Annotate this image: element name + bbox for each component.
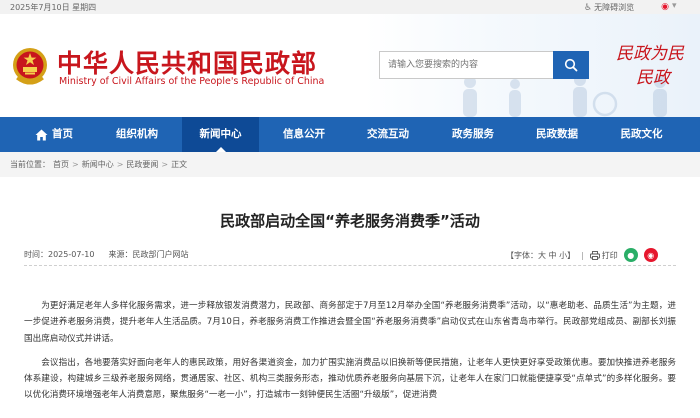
- slogan-calligraphy: 民政为民 民政: [616, 42, 684, 90]
- nav-item-label: 政务服务: [452, 128, 494, 140]
- nav-item-gov-services[interactable]: 政务服务: [435, 117, 511, 152]
- breadcrumb-separator: >: [116, 160, 124, 169]
- print-icon: [589, 250, 600, 260]
- weibo-icon[interactable]: ◉: [658, 1, 672, 13]
- article-meta: 时间：2025-07-10 来源：民政部门户网站: [24, 249, 189, 260]
- nav-item-data[interactable]: 民政数据: [519, 117, 595, 152]
- nav-item-label: 民政数据: [536, 128, 578, 140]
- nav-item-culture[interactable]: 民政文化: [603, 117, 680, 152]
- breadcrumb-item-headlines[interactable]: 民政要闻: [126, 159, 158, 170]
- search-input[interactable]: [379, 51, 553, 79]
- slogan-line-1: 民政为民: [616, 44, 684, 64]
- breadcrumb-item-home[interactable]: 首页: [53, 159, 69, 170]
- accessibility-icon: ♿: [584, 2, 593, 13]
- weibo-share-icon[interactable]: ◉: [643, 248, 658, 262]
- nav-item-label: 民政文化: [620, 128, 663, 140]
- national-emblem-icon: [13, 48, 47, 85]
- breadcrumb-item-current: 正文: [171, 160, 188, 169]
- article-container: 民政部启动全国“养老服务消费季”活动 时间：2025-07-10 来源：民政部门…: [10, 177, 690, 418]
- nav-item-home[interactable]: 首页: [17, 117, 91, 152]
- nav-item-info-disclosure[interactable]: 信息公开: [266, 117, 342, 152]
- breadcrumb: 当前位置： 首页 > 新闻中心 > 民政要闻 > 正文: [0, 152, 700, 177]
- search-icon: [564, 58, 578, 72]
- article-title: 民政部启动全国“养老服务消费季”活动: [220, 212, 480, 230]
- site-title-en: Ministry of Civil Affairs of the People'…: [59, 76, 325, 87]
- nav-item-interaction[interactable]: 交流互动: [350, 117, 426, 152]
- nav-item-label: 信息公开: [283, 128, 325, 140]
- article-tools: 【字体：大 中 小】 | 打印 ● ◉: [506, 248, 658, 262]
- current-date: 2025年7月10日 星期四: [10, 3, 97, 12]
- breadcrumb-separator: >: [161, 160, 169, 169]
- breadcrumb-prefix: 当前位置：: [10, 160, 50, 169]
- accessibility-link[interactable]: ♿ 无障碍浏览: [584, 2, 634, 13]
- font-size-switcher[interactable]: 【字体：大 中 小】: [506, 250, 575, 261]
- search-button[interactable]: [553, 51, 589, 79]
- nav-item-news-center[interactable]: 新闻中心: [182, 117, 259, 152]
- article-body: 为更好满足老年人多样化服务需求，进一步释放银发消费潜力，民政部、商务部定于7月至…: [24, 298, 676, 412]
- chevron-down-icon[interactable]: ▾: [672, 1, 677, 11]
- tools-divider: |: [581, 250, 584, 260]
- main-nav: 首页 组织机构 新闻中心 信息公开 交流互动 政务服务 民政数据 民政文化: [0, 117, 700, 152]
- accessibility-label: 无障碍浏览: [594, 3, 635, 12]
- article-paragraph: 为更好满足老年人多样化服务需求，进一步释放银发消费潜力，民政部、商务部定于7月至…: [24, 301, 676, 344]
- top-utility-bar: 2025年7月10日 星期四 ♿ 无障碍浏览 ◉ ▾: [0, 0, 700, 14]
- site-title-cn: 中华人民共和国民政部: [57, 49, 318, 78]
- nav-item-label: 组织机构: [116, 128, 158, 140]
- meta-divider: [24, 265, 676, 266]
- nav-item-label: 交流互动: [367, 128, 409, 140]
- home-icon: [35, 129, 48, 140]
- search-box: [379, 51, 589, 79]
- article-paragraph: 会议指出，各地要落实好面向老年人的惠民政策，用好各渠道资金，加力扩围实施消费品以…: [24, 357, 676, 401]
- breadcrumb-separator: >: [72, 160, 79, 169]
- slogan-line-2: 民政: [636, 68, 670, 88]
- print-label: 打印: [601, 250, 618, 260]
- nav-item-label: 首页: [52, 128, 73, 140]
- nav-item-label: 新闻中心: [199, 128, 242, 140]
- article-source: 来源：民政部门户网站: [108, 250, 189, 259]
- nav-item-organization[interactable]: 组织机构: [99, 117, 175, 152]
- article-date: 时间：2025-07-10: [24, 250, 95, 259]
- breadcrumb-item-news[interactable]: 新闻中心: [82, 159, 114, 170]
- site-header: 中华人民共和国民政部 Ministry of Civil Affairs of …: [0, 14, 700, 117]
- print-button[interactable]: 打印: [589, 250, 618, 261]
- wechat-share-icon[interactable]: ●: [623, 248, 638, 262]
